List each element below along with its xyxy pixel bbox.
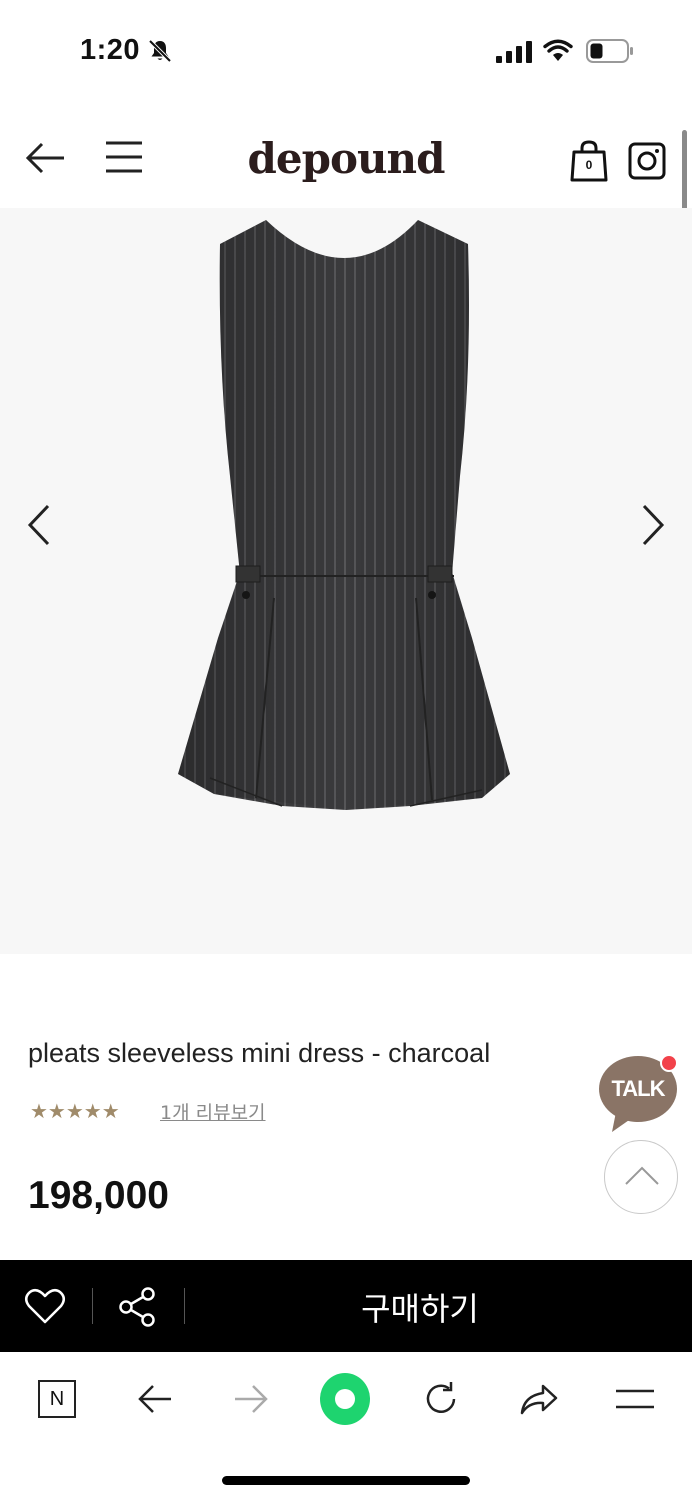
home-indicator[interactable] bbox=[222, 1476, 470, 1485]
product-gallery[interactable] bbox=[0, 208, 692, 954]
buy-button[interactable]: 구매하기 bbox=[185, 1284, 655, 1330]
status-time: 1:20 bbox=[80, 34, 141, 66]
naver-home-button[interactable]: N bbox=[32, 1374, 82, 1424]
naver-n-icon: N bbox=[38, 1380, 76, 1418]
talk-label: TALK bbox=[611, 1076, 665, 1101]
wifi-icon bbox=[543, 39, 573, 61]
cart-count-badge: 0 bbox=[585, 158, 593, 172]
share-arrow-icon bbox=[520, 1384, 558, 1415]
green-dot-icon bbox=[320, 1373, 370, 1425]
gallery-next-icon[interactable] bbox=[636, 502, 670, 548]
gallery-prev-icon[interactable] bbox=[22, 502, 56, 548]
product-price: 198,000 bbox=[28, 1174, 169, 1217]
site-header: depound 0 bbox=[0, 120, 692, 208]
divider bbox=[92, 1288, 93, 1324]
forward-arrow-icon bbox=[235, 1385, 268, 1413]
status-bar: 1:20 bbox=[0, 0, 692, 100]
green-dot-button[interactable] bbox=[320, 1373, 370, 1425]
product-image bbox=[178, 220, 510, 810]
instagram-icon[interactable] bbox=[628, 142, 666, 180]
heart-icon[interactable] bbox=[24, 1286, 66, 1326]
share-page-button[interactable] bbox=[514, 1374, 564, 1424]
browser-toolbar: N bbox=[0, 1352, 692, 1500]
talk-chat-button[interactable]: TALK bbox=[598, 1054, 680, 1134]
menu-icon bbox=[616, 1389, 654, 1409]
battery-icon bbox=[586, 39, 633, 63]
rating-stars: ★★★★★ bbox=[30, 1101, 120, 1123]
browser-forward-button[interactable] bbox=[226, 1374, 276, 1424]
refresh-button[interactable] bbox=[416, 1374, 466, 1424]
share-icon[interactable] bbox=[118, 1286, 158, 1328]
review-link[interactable]: 1개 리뷰보기 bbox=[160, 1098, 266, 1125]
chevron-up-icon bbox=[625, 1166, 659, 1185]
scroll-top-button[interactable] bbox=[604, 1140, 678, 1214]
browser-menu-button[interactable] bbox=[610, 1374, 660, 1424]
bell-off-icon bbox=[148, 39, 172, 63]
browser-back-button[interactable] bbox=[130, 1374, 180, 1424]
product-name: pleats sleeveless mini dress - charcoal bbox=[28, 1038, 491, 1068]
refresh-icon bbox=[426, 1382, 456, 1413]
cart-button[interactable]: 0 bbox=[570, 140, 608, 182]
notification-dot bbox=[660, 1054, 678, 1072]
cellular-signal-icon bbox=[496, 41, 532, 63]
buy-bar: 구매하기 bbox=[0, 1260, 692, 1352]
back-arrow-icon bbox=[138, 1385, 171, 1413]
